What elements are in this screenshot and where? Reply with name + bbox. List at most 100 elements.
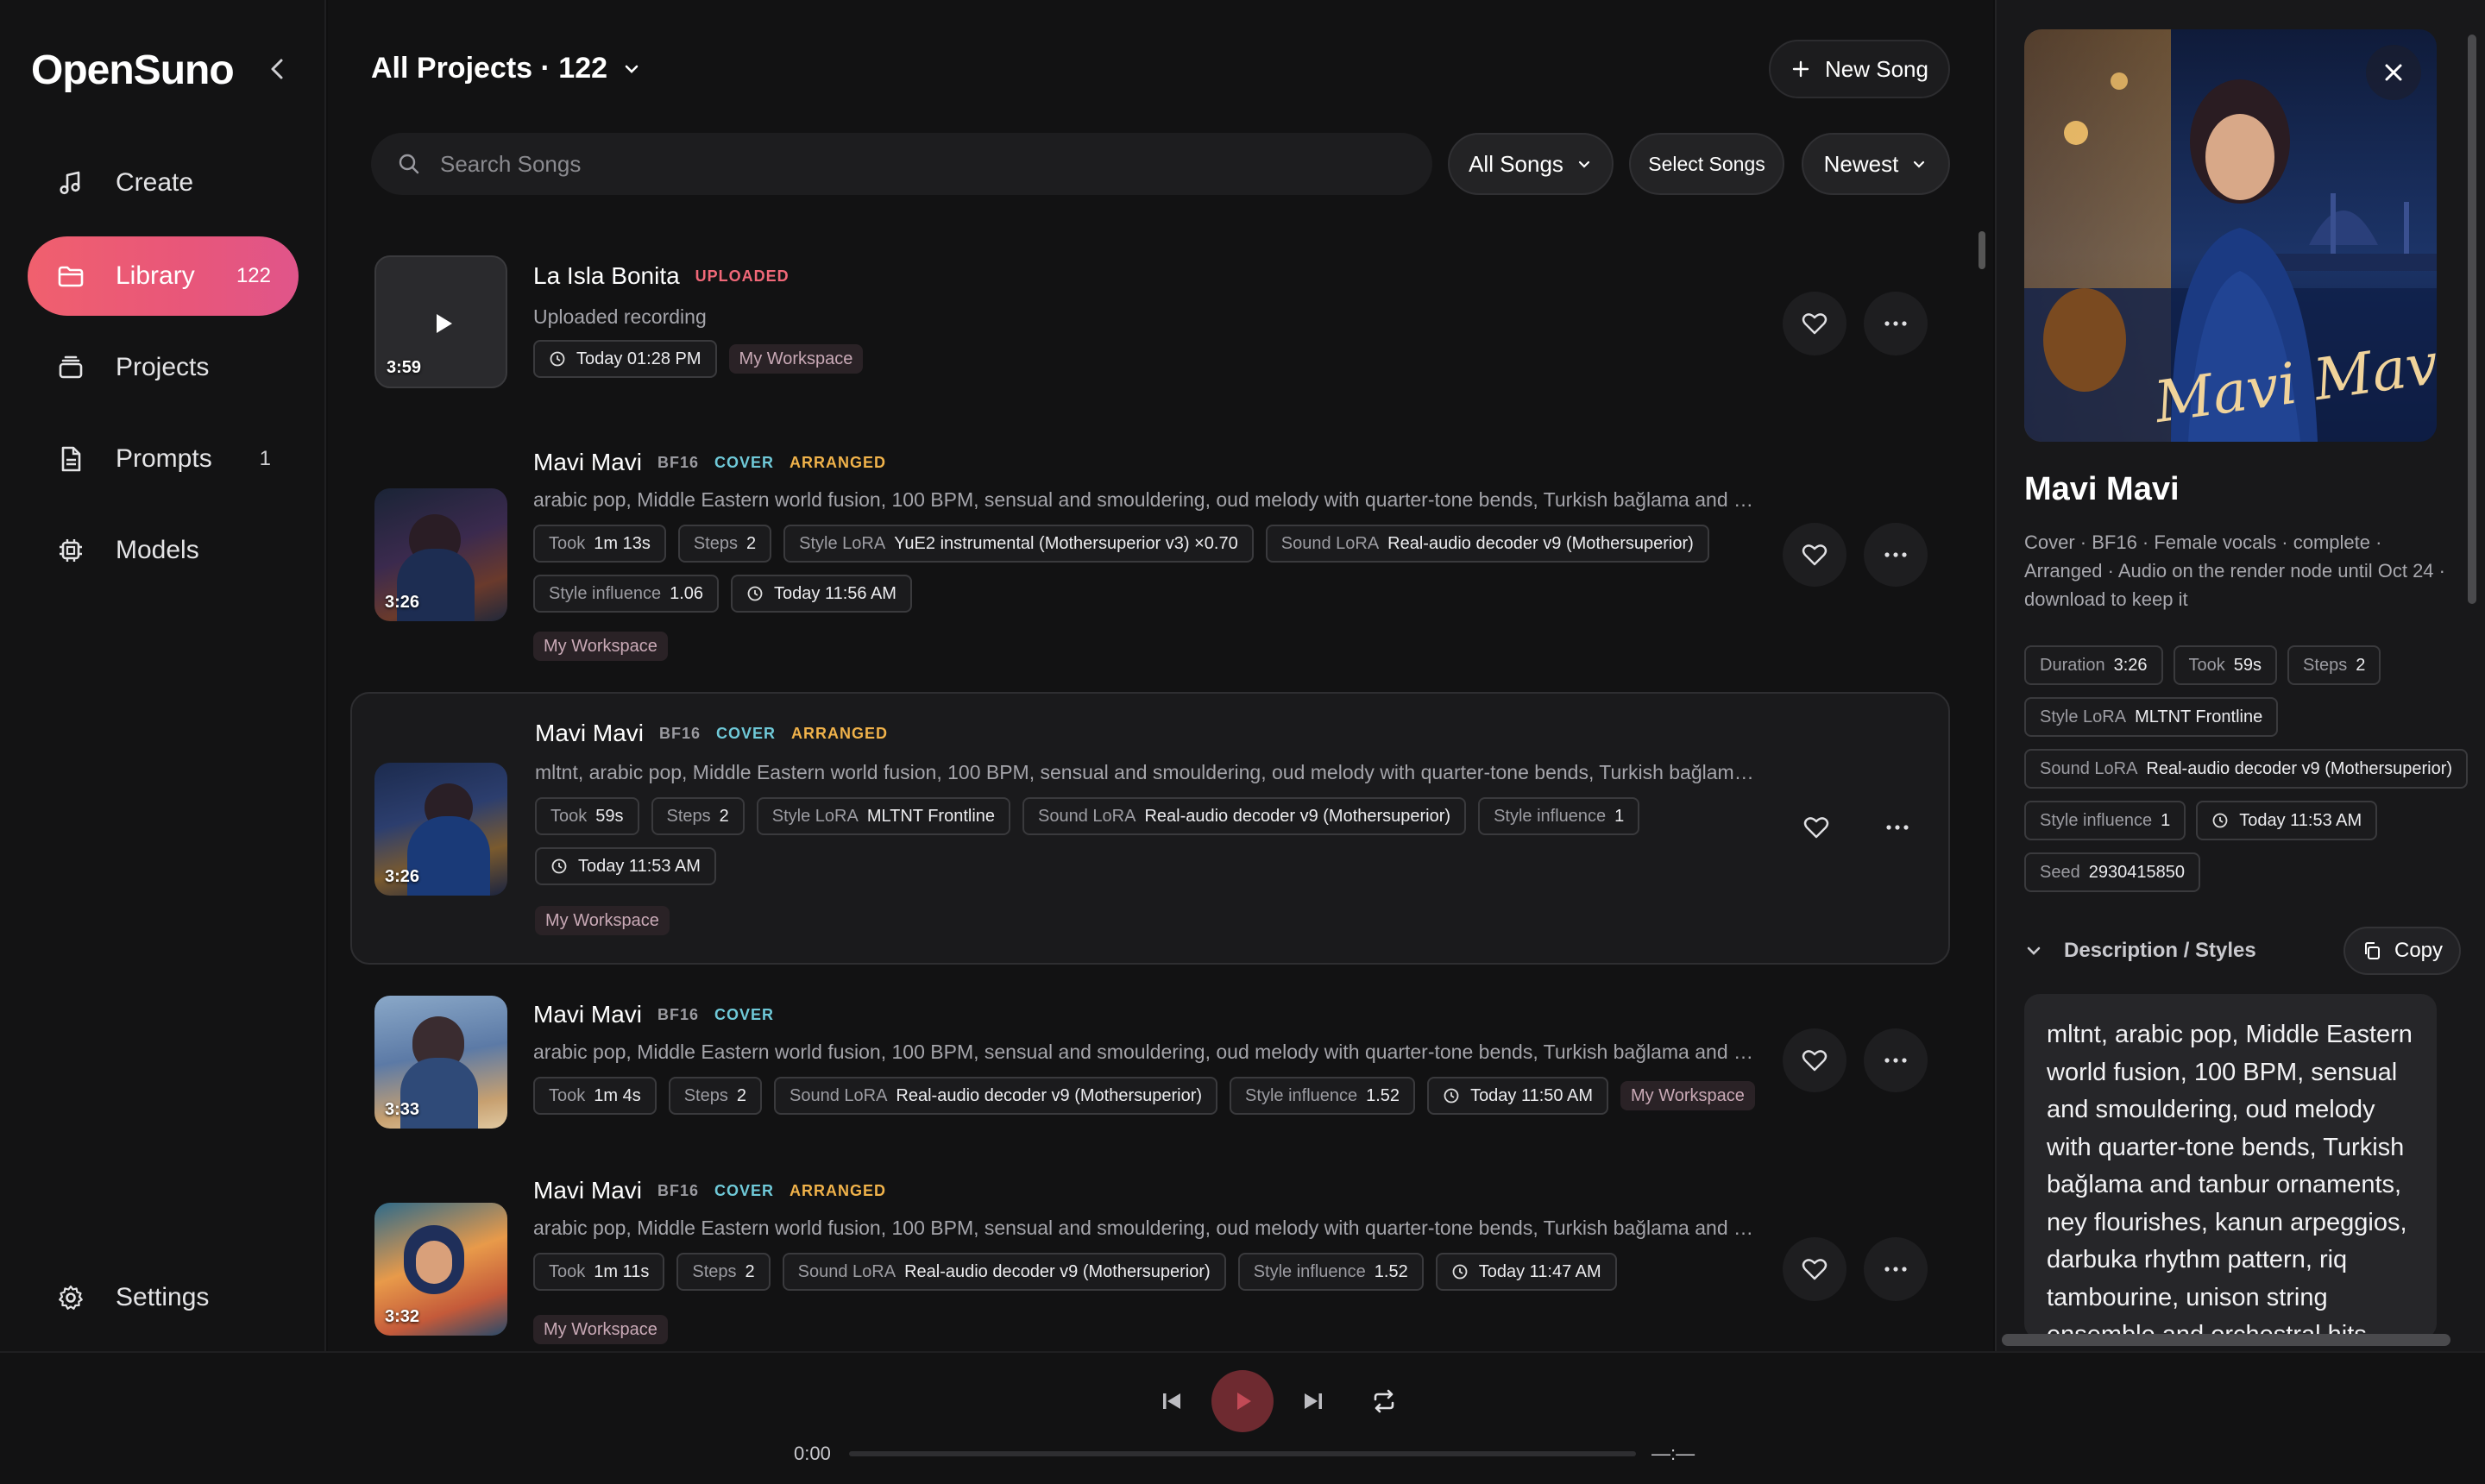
favorite-button[interactable] — [1784, 795, 1848, 859]
took-chip: Took 1m 11s — [533, 1253, 665, 1291]
date-chip: Today 11:53 AM — [2196, 801, 2378, 840]
song-title[interactable]: Mavi Mavi — [533, 1177, 642, 1204]
song-thumbnail[interactable]: 3:26 — [374, 488, 507, 621]
duration-label: 3:33 — [385, 1100, 420, 1119]
next-track-button[interactable] — [1298, 1386, 1329, 1417]
workspace-badge[interactable]: My Workspace — [535, 906, 670, 935]
play-button[interactable] — [1211, 1370, 1274, 1432]
song-chips: Today 01:28 PM My Workspace — [533, 340, 1758, 378]
cover-tag: COVER — [716, 724, 777, 742]
sidebar-item-prompts[interactable]: Prompts 1 — [28, 419, 299, 499]
workspace-badge[interactable]: My Workspace — [1620, 1081, 1755, 1110]
duration-label: 3:59 — [387, 358, 422, 377]
song-row[interactable]: 3:32 Mavi Mavi BF16 COVER ARRANGED arabi… — [371, 1177, 1950, 1349]
description-section-header: Description / Styles Copy — [2024, 927, 2461, 975]
description-label: Description / Styles — [2064, 939, 2256, 962]
panel-chip-row: Style LoRA MLTNT Frontline — [2024, 697, 2279, 737]
sidebar-item-settings[interactable]: Settings — [28, 1258, 299, 1337]
search-input[interactable] — [440, 150, 1389, 178]
sidebar: OpenSuno Create Library 122 Projects Pro… — [0, 0, 326, 1351]
song-chips: Took 1m 13s Steps 2 Style LoRA YuE2 instrum… — [533, 525, 1758, 613]
more-options-button[interactable] — [1865, 795, 1929, 859]
sidebar-item-models[interactable]: Models — [28, 511, 299, 590]
workspace-badge[interactable]: My Workspace — [728, 344, 864, 374]
bf16-tag: BF16 — [657, 453, 700, 471]
library-scrollbar[interactable] — [1979, 231, 1985, 269]
favorite-button[interactable] — [1783, 1028, 1846, 1092]
sound-lora-chip: Sound LoRA Real-audio decoder v9 (Mothers… — [1022, 797, 1467, 835]
more-options-button[interactable] — [1864, 523, 1928, 587]
sort-dropdown[interactable]: Newest — [1802, 133, 1950, 195]
song-chips: Took 1m 4s Steps 2 Sound LoRA Real-audio de… — [533, 1077, 1758, 1115]
clock-icon — [1452, 1264, 1468, 1280]
favorite-button[interactable] — [1783, 292, 1846, 355]
song-description: Uploaded recording — [533, 305, 707, 328]
panel-scrollbar[interactable] — [2468, 35, 2476, 604]
previous-track-button[interactable] — [1156, 1386, 1187, 1417]
repeat-button[interactable] — [1367, 1384, 1401, 1418]
more-options-button[interactable] — [1864, 1237, 1928, 1301]
workspace-badge[interactable]: My Workspace — [533, 1315, 668, 1344]
song-row-selected[interactable]: 3:26 Mavi Mavi BF16 COVER ARRANGED mltnt… — [350, 692, 1950, 965]
chevron-down-icon — [1914, 160, 1925, 168]
song-title[interactable]: Mavi Mavi — [535, 720, 644, 747]
song-thumbnail[interactable]: 3:33 — [374, 996, 507, 1129]
end-time: —:— — [1651, 1443, 1695, 1464]
song-thumbnail[interactable]: 3:32 — [374, 1203, 507, 1336]
favorite-button[interactable] — [1783, 1237, 1846, 1301]
duration-chip: Duration 3:26 — [2024, 645, 2163, 685]
arranged-tag: ARRANGED — [790, 453, 887, 471]
sidebar-item-label: Projects — [116, 353, 210, 381]
more-options-button[interactable] — [1864, 292, 1928, 355]
copy-button[interactable]: Copy — [2343, 927, 2461, 975]
sidebar-item-library[interactable]: Library 122 — [28, 236, 299, 316]
steps-chip: Steps 2 — [677, 525, 772, 563]
favorite-button[interactable] — [1783, 523, 1846, 587]
song-title-row: Mavi Mavi BF16 COVER ARRANGED — [533, 449, 886, 476]
select-songs-button[interactable]: Select Songs — [1629, 133, 1784, 195]
project-selector[interactable]: All Projects · 122 — [371, 52, 642, 85]
panel-chip-row: Seed 2930415850 — [2024, 852, 2200, 892]
gear-icon — [57, 1284, 85, 1311]
sound-lora-chip: Sound LoRA Real-audio decoder v9 (Mothers… — [774, 1077, 1218, 1115]
song-title-row: La Isla Bonita UPLOADED — [533, 262, 790, 290]
clock-icon — [550, 351, 565, 367]
folder-icon — [57, 262, 85, 290]
prompts-count-badge: 1 — [259, 447, 271, 470]
heart-icon — [1802, 544, 1828, 566]
collapse-sidebar-icon[interactable] — [264, 55, 292, 83]
song-row[interactable]: 3:33 Mavi Mavi BF16 COVER arabic pop, Mi… — [371, 992, 1950, 1130]
song-row[interactable]: 3:59 La Isla Bonita UPLOADED Uploaded re… — [371, 250, 1950, 397]
song-description: arabic pop, Middle Eastern world fusion,… — [533, 1217, 1758, 1239]
song-title[interactable]: Mavi Mavi — [533, 449, 642, 476]
repeat-icon — [1374, 1389, 1394, 1413]
heart-icon — [1802, 313, 1828, 335]
plus-icon — [1792, 60, 1809, 78]
progress-track[interactable] — [849, 1451, 1636, 1456]
song-title[interactable]: Mavi Mavi — [533, 1001, 642, 1028]
new-song-button[interactable]: New Song — [1769, 40, 1950, 98]
library-main: All Projects · 122 New Song All Songs Se… — [328, 0, 1993, 1351]
close-panel-button[interactable] — [2366, 45, 2421, 100]
song-row[interactable]: 3:26 Mavi Mavi BF16 COVER ARRANGED arabi… — [371, 440, 1950, 673]
panel-horizontal-scrollbar[interactable] — [2002, 1334, 2450, 1346]
chevron-down-icon[interactable] — [2024, 941, 2043, 960]
workspace-badge[interactable]: My Workspace — [533, 632, 668, 661]
heart-icon — [1802, 1050, 1828, 1072]
search-bar — [371, 133, 1432, 195]
more-options-button[interactable] — [1864, 1028, 1928, 1092]
cover-tag: COVER — [714, 1181, 775, 1199]
sidebar-item-create[interactable]: Create — [28, 143, 299, 223]
description-text: mltnt, arabic pop, Middle Eastern world … — [2024, 994, 2437, 1339]
sidebar-item-projects[interactable]: Projects — [28, 328, 299, 407]
app-logo[interactable]: OpenSuno — [31, 47, 235, 94]
song-thumbnail[interactable]: 3:26 — [374, 763, 507, 896]
song-title[interactable]: La Isla Bonita — [533, 262, 680, 290]
song-thumbnail[interactable]: 3:59 — [374, 255, 507, 388]
player-bar: 0:00 —:— — [0, 1351, 2485, 1484]
bf16-tag: BF16 — [657, 1181, 700, 1199]
panel-song-title: Mavi Mavi — [2024, 471, 2180, 507]
all-songs-filter[interactable]: All Songs — [1448, 133, 1614, 195]
panel-chip-row: Duration 3:26 Took 59s Steps 2 — [2024, 645, 2381, 685]
more-dots-icon — [1884, 321, 1907, 326]
